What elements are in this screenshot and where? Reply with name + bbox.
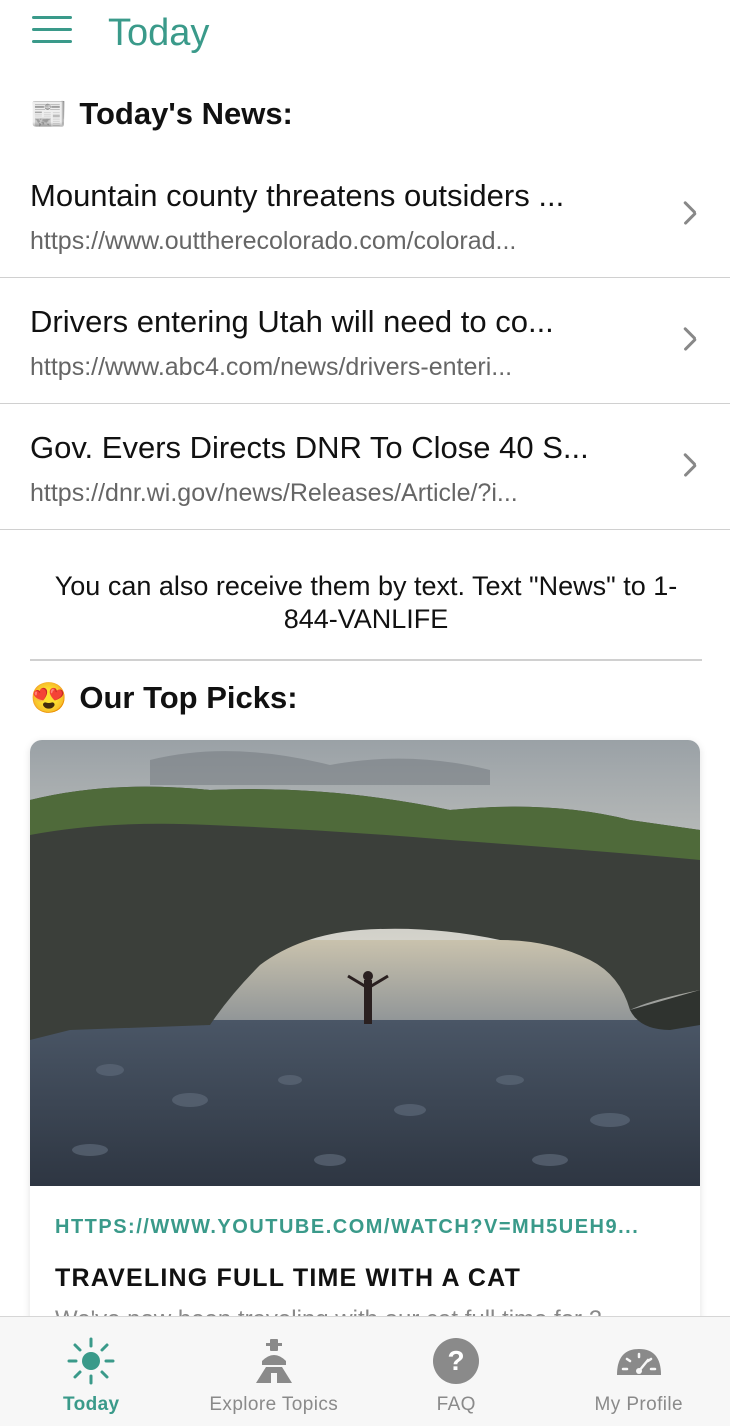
- svg-text:?: ?: [448, 1345, 465, 1376]
- sms-subscribe-note: You can also receive them by text. Text …: [54, 571, 678, 634]
- news-item[interactable]: Gov. Evers Directs DNR To Close 40 S... …: [0, 404, 730, 530]
- section-divider: [30, 659, 702, 661]
- heart-eyes-emoji-icon: 😍: [30, 681, 68, 715]
- campfire-icon: [255, 1339, 292, 1383]
- tab-label: Today: [62, 1394, 120, 1415]
- tab-explore-topics[interactable]: Explore Topics: [183, 1317, 366, 1426]
- bottom-tab-bar: Today Explore Topics ? FAQ My Profile: [0, 1316, 730, 1426]
- chevron-right-icon: [686, 326, 700, 350]
- tab-faq[interactable]: ? FAQ: [365, 1317, 548, 1426]
- news-item-title: Mountain county threatens outsiders ...: [30, 178, 565, 213]
- newspaper-icon: 📰: [30, 97, 68, 131]
- page-title: Today: [108, 12, 210, 54]
- news-item-title: Gov. Evers Directs DNR To Close 40 S...: [30, 430, 589, 465]
- news-item-url: https://www.outtherecolorado.com/colorad…: [30, 227, 517, 255]
- question-mark-icon: ?: [433, 1338, 480, 1384]
- news-item[interactable]: Mountain county threatens outsiders ... …: [0, 152, 730, 278]
- top-picks-heading-label: Our Top Picks:: [79, 680, 298, 715]
- top-pick-card[interactable]: HTTPS://WWW.YOUTUBE.COM/WATCH?V=MH5UEH9.…: [30, 740, 700, 1380]
- news-heading: 📰 Today's News:: [30, 96, 293, 132]
- card-photo: [30, 740, 700, 1186]
- news-item[interactable]: Drivers entering Utah will need to co...…: [0, 278, 730, 404]
- top-bar: Today: [0, 0, 730, 70]
- chevron-right-icon: [686, 452, 700, 476]
- tab-label: FAQ: [436, 1394, 476, 1415]
- news-list: Mountain county threatens outsiders ... …: [0, 152, 730, 530]
- sun-icon: [67, 1337, 115, 1385]
- top-picks-heading: 😍 Our Top Picks:: [30, 680, 298, 716]
- tab-today[interactable]: Today: [0, 1317, 183, 1426]
- news-item-url: https://dnr.wi.gov/news/Releases/Article…: [30, 479, 518, 507]
- hamburger-menu-icon[interactable]: [32, 16, 72, 46]
- speedometer-icon: [616, 1349, 661, 1375]
- news-item-url: https://www.abc4.com/news/drivers-enteri…: [30, 353, 513, 381]
- tab-label: My Profile: [594, 1394, 683, 1415]
- news-item-title: Drivers entering Utah will need to co...: [30, 304, 554, 339]
- card-url: HTTPS://WWW.YOUTUBE.COM/WATCH?V=MH5UEH9.…: [55, 1216, 640, 1238]
- news-heading-label: Today's News:: [79, 96, 293, 131]
- tab-label: Explore Topics: [209, 1394, 339, 1415]
- chevron-right-icon: [686, 200, 700, 224]
- card-title: TRAVELING FULL TIME WITH A CAT: [55, 1264, 522, 1292]
- tab-my-profile[interactable]: My Profile: [548, 1317, 730, 1426]
